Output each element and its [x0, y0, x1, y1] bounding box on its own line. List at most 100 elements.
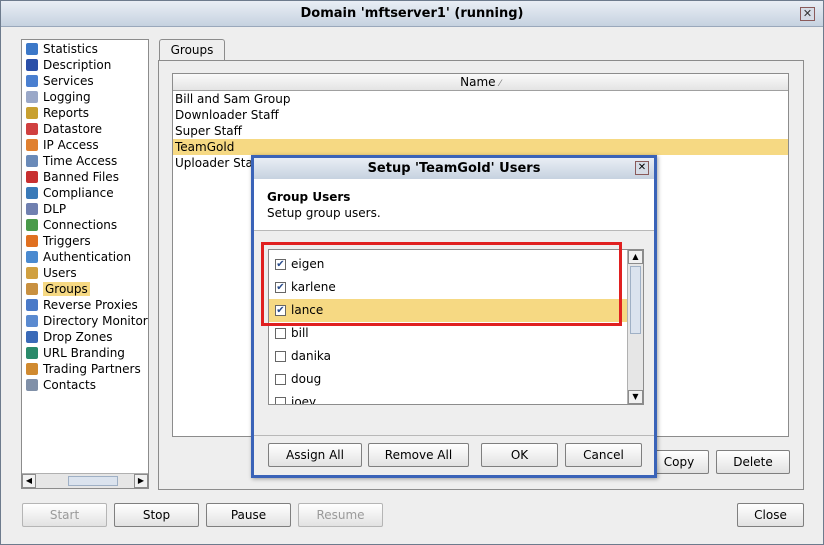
assign-all-button[interactable]: Assign All [268, 443, 362, 467]
nav-item-drop-zones[interactable]: Drop Zones [23, 329, 113, 345]
sort-icon: ⁄ [499, 79, 501, 89]
nav-item-statistics[interactable]: Statistics [23, 41, 98, 57]
drop-zones-icon [26, 331, 38, 343]
scroll-thumb[interactable] [68, 476, 118, 486]
delete-button[interactable]: Delete [716, 450, 790, 474]
groups-icon [26, 283, 38, 295]
resume-button[interactable]: Resume [298, 503, 383, 527]
nav-item-dlp[interactable]: DLP [23, 201, 66, 217]
table-row[interactable]: Super Staff [173, 123, 788, 139]
user-list-vertical-scrollbar[interactable]: ▲ ▼ [627, 250, 643, 404]
start-button[interactable]: Start [22, 503, 107, 527]
nav-item-label: Authentication [43, 250, 132, 264]
nav-tree: Statistics Description Services Logging Repo… [21, 39, 149, 489]
stop-button[interactable]: Stop [114, 503, 199, 527]
user-name: bill [291, 326, 309, 340]
dialog-titlebar[interactable]: Setup 'TeamGold' Users ✕ [254, 158, 654, 179]
users-icon [26, 267, 38, 279]
nav-item-label: Directory Monitor [43, 314, 148, 328]
scroll-right-icon[interactable]: ▶ [134, 474, 148, 488]
window-titlebar[interactable]: Domain 'mftserver1' (running) ✕ [1, 1, 823, 27]
user-checkbox[interactable] [275, 328, 286, 339]
nav-item-label: Logging [43, 90, 91, 104]
nav-item-users[interactable]: Users [23, 265, 77, 281]
domain-window: Domain 'mftserver1' (running) ✕ Statisti… [0, 0, 824, 545]
nav-item-label: DLP [43, 202, 67, 216]
banned-files-icon [26, 171, 38, 183]
dialog-header-title: Group Users [267, 190, 351, 204]
nav-item-datastore[interactable]: Datastore [23, 121, 102, 137]
nav-item-label: Compliance [43, 186, 114, 200]
connections-icon [26, 219, 38, 231]
split-pane-divider[interactable] [151, 41, 155, 487]
nav-item-reports[interactable]: Reports [23, 105, 89, 121]
nav-item-authentication[interactable]: Authentication [23, 249, 131, 265]
nav-item-banned-files[interactable]: Banned Files [23, 169, 119, 185]
user-name: danika [291, 349, 332, 363]
cancel-button[interactable]: Cancel [565, 443, 642, 467]
nav-item-label: Triggers [43, 234, 91, 248]
nav-item-url-branding[interactable]: URL Branding [23, 345, 125, 361]
nav-item-reverse-proxies[interactable]: Reverse Proxies [23, 297, 138, 313]
nav-item-label: Groups [43, 282, 90, 296]
setup-users-dialog: Setup 'TeamGold' Users ✕ Group Users Set… [251, 155, 657, 478]
nav-item-label: Description [43, 58, 112, 72]
triggers-icon [26, 235, 38, 247]
user-list-item[interactable]: bill [269, 322, 627, 345]
scroll-down-icon[interactable]: ▼ [628, 390, 643, 404]
dialog-close-icon[interactable]: ✕ [635, 161, 649, 175]
copy-button[interactable]: Copy [649, 450, 709, 474]
nav-item-label: Services [43, 74, 94, 88]
scroll-left-icon[interactable]: ◀ [22, 474, 36, 488]
user-checkbox[interactable]: ✔ [275, 282, 286, 293]
nav-item-trading-partners[interactable]: Trading Partners [23, 361, 141, 377]
user-checkbox[interactable]: ✔ [275, 305, 286, 316]
statistics-icon [26, 43, 38, 55]
user-checkbox[interactable]: ✔ [275, 259, 286, 270]
nav-item-compliance[interactable]: Compliance [23, 185, 114, 201]
nav-item-directory-monitor[interactable]: Directory Monitor [23, 313, 148, 329]
nav-item-label: Contacts [43, 378, 96, 392]
services-icon [26, 75, 38, 87]
ok-button[interactable]: OK [481, 443, 558, 467]
reports-icon [26, 107, 38, 119]
user-list-item[interactable]: danika [269, 345, 627, 368]
nav-item-triggers[interactable]: Triggers [23, 233, 91, 249]
table-row[interactable]: Bill and Sam Group [173, 91, 788, 107]
datastore-icon [26, 123, 38, 135]
window-close-icon[interactable]: ✕ [800, 7, 815, 21]
close-button[interactable]: Close [737, 503, 804, 527]
nav-item-label: Datastore [43, 122, 103, 136]
user-list-item[interactable]: ✔ eigen [269, 253, 627, 276]
user-checkbox[interactable] [275, 397, 286, 404]
user-list-item[interactable]: doug [269, 368, 627, 391]
nav-item-contacts[interactable]: Contacts [23, 377, 96, 393]
user-checkbox[interactable] [275, 351, 286, 362]
table-header-name[interactable]: Name ⁄ [173, 74, 788, 91]
nav-item-logging[interactable]: Logging [23, 89, 91, 105]
table-row[interactable]: Downloader Staff [173, 107, 788, 123]
contacts-icon [26, 379, 38, 391]
user-list-item[interactable]: joey [269, 391, 627, 404]
nav-item-connections[interactable]: Connections [23, 217, 117, 233]
scroll-up-icon[interactable]: ▲ [628, 250, 643, 264]
nav-item-description[interactable]: Description [23, 57, 111, 73]
remove-all-button[interactable]: Remove All [368, 443, 469, 467]
nav-horizontal-scrollbar[interactable]: ◀ ▶ [22, 473, 148, 488]
table-row[interactable]: TeamGold [173, 139, 788, 155]
scroll-thumb[interactable] [630, 266, 641, 334]
pause-button[interactable]: Pause [206, 503, 291, 527]
tab-groups[interactable]: Groups [159, 39, 225, 61]
logging-icon [26, 91, 38, 103]
header-label: Name [460, 75, 496, 89]
user-list-item[interactable]: ✔ lance [269, 299, 627, 322]
url-branding-icon [26, 347, 38, 359]
nav-item-ip-access[interactable]: IP Access [23, 137, 99, 153]
user-checkbox[interactable] [275, 374, 286, 385]
user-list-item[interactable]: ✔ karlene [269, 276, 627, 299]
nav-item-label: Reverse Proxies [43, 298, 138, 312]
nav-item-time-access[interactable]: Time Access [23, 153, 117, 169]
nav-item-label: Statistics [43, 42, 98, 56]
nav-item-groups[interactable]: Groups [23, 281, 90, 297]
nav-item-services[interactable]: Services [23, 73, 94, 89]
